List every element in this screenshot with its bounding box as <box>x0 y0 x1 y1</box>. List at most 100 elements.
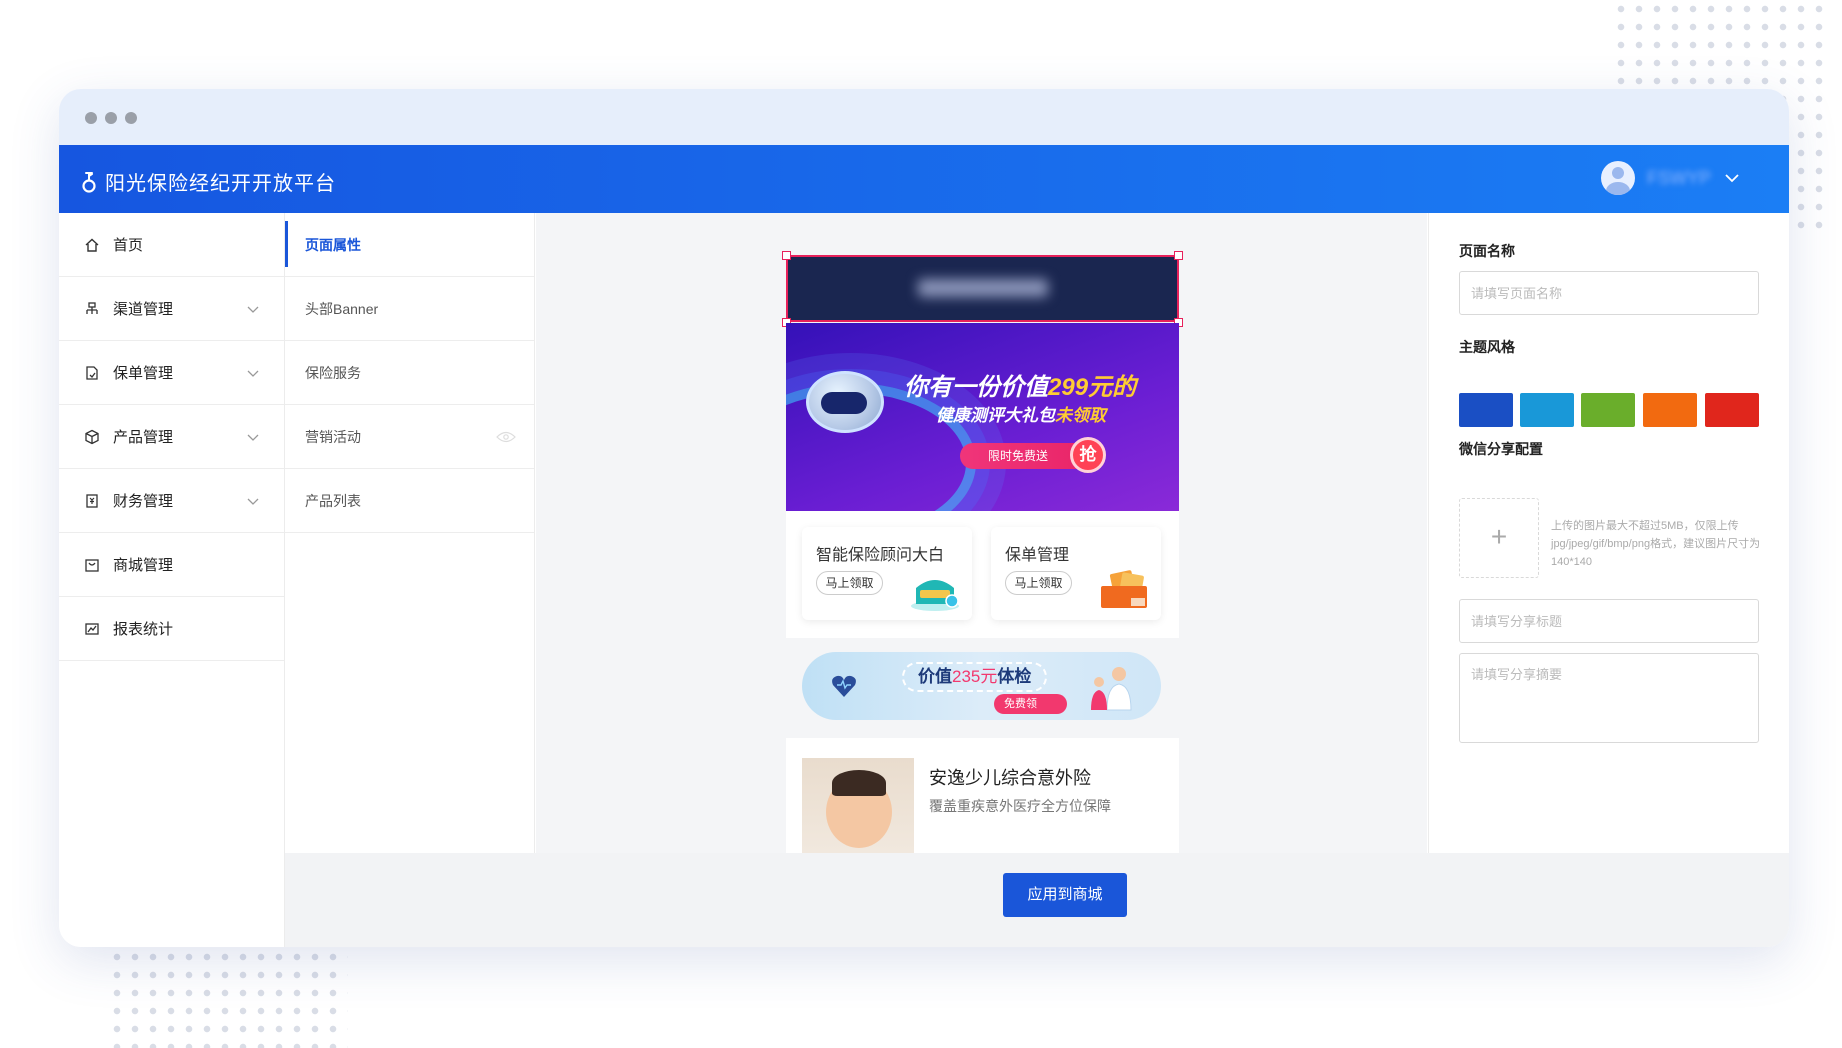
theme-swatch-red[interactable] <box>1705 393 1759 427</box>
sidebar-item-mall[interactable]: 商城管理 <box>59 533 284 597</box>
theme-swatch-sky[interactable] <box>1520 393 1574 427</box>
resize-handle[interactable] <box>1174 251 1183 260</box>
apply-to-mall-button[interactable]: 应用到商城 <box>1003 873 1127 917</box>
username: FSWYP <box>1646 167 1711 188</box>
window-titlebar <box>59 89 1789 145</box>
sidebar-item-label: 保单管理 <box>113 365 174 382</box>
sidebar-item-label: 首页 <box>113 237 144 254</box>
share-summary-textarea[interactable] <box>1459 653 1759 743</box>
banner-subline-highlight: 未领取 <box>1055 406 1106 425</box>
cards-illustration-icon <box>1101 570 1147 608</box>
banner-headline: 你有一份价值299元的 <box>904 367 1136 402</box>
chevron-down-icon <box>247 498 259 505</box>
share-title-input[interactable] <box>1459 599 1759 643</box>
heart-icon <box>832 675 856 697</box>
page-name-input[interactable] <box>1459 271 1759 315</box>
sidebar-item-policy[interactable]: 保单管理 <box>59 341 284 405</box>
theme-swatch-green[interactable] <box>1581 393 1635 427</box>
sidebar-item-reports[interactable]: 报表统计 <box>59 597 284 661</box>
preview-canvas: 你有一份价值299元的 健康测评大礼包未领取 限时免费送 抢 智能保险顾问大白 … <box>536 213 1427 853</box>
eye-icon[interactable] <box>496 431 516 443</box>
service-card[interactable]: 智能保险顾问大白 马上领取 <box>802 527 972 620</box>
decorative-dots-bottom-left <box>108 948 348 1048</box>
user-menu[interactable]: FSWYP <box>1600 161 1741 195</box>
banner-grab-badge: 抢 <box>1070 437 1106 473</box>
sidebar-item-product[interactable]: 产品管理 <box>59 405 284 469</box>
sidebar: 首页 渠道管理 保单管理 产品管理 财务管理 商城管理 报表统计 <box>59 213 285 947</box>
promo-headline: 价值235元体检 <box>902 662 1048 692</box>
chevron-down-icon <box>247 434 259 441</box>
robot-icon <box>806 371 884 433</box>
sidebar-item-finance[interactable]: 财务管理 <box>59 469 284 533</box>
preview-services: 智能保险顾问大白 马上领取 保单管理 马上领取 <box>786 511 1179 638</box>
preview-banner[interactable]: 你有一份价值299元的 健康测评大礼包未领取 限时免费送 抢 <box>786 323 1179 511</box>
chart-icon <box>85 622 99 635</box>
promo-banner[interactable]: 价值235元体检 免费领 <box>802 652 1161 720</box>
theme-style-label: 主题风格 <box>1459 339 1515 355</box>
blurred-title <box>918 279 1048 297</box>
mall-icon <box>85 558 99 572</box>
product-image <box>802 758 914 853</box>
banner-subline: 健康测评大礼包未领取 <box>936 401 1106 426</box>
avatar <box>1600 161 1635 195</box>
sidebar-item-label: 财务管理 <box>113 493 174 510</box>
preview-header-selected[interactable] <box>786 255 1179 322</box>
banner-subline-text: 健康测评大礼包 <box>936 406 1055 425</box>
theme-swatch-blue[interactable] <box>1459 393 1513 427</box>
doctor-illustration-icon <box>1091 667 1132 711</box>
banner-headline-amount: 299元的 <box>1048 374 1137 401</box>
action-bar: 应用到商城 <box>285 853 1789 947</box>
service-card[interactable]: 保单管理 马上领取 <box>991 527 1161 620</box>
plus-icon: + <box>1490 521 1508 552</box>
section-item-label: 营销活动 <box>305 428 361 445</box>
product-description: 覆盖重疾意外医疗全方位保障 <box>929 798 1111 814</box>
upload-hint: 上传的图片最大不超过5MB，仅限上传jpg/jpeg/gif/bmp/png格式… <box>1551 520 1761 568</box>
window-control-dot[interactable] <box>85 112 97 124</box>
chevron-down-icon <box>247 306 259 313</box>
theme-swatch-orange[interactable] <box>1643 393 1697 427</box>
promo-amount: 235元 <box>952 667 998 686</box>
chevron-down-icon <box>1725 174 1739 183</box>
service-claim-button[interactable]: 马上领取 <box>816 571 883 595</box>
preview-promo: 价值235元体检 免费领 <box>786 638 1179 738</box>
window-control-dot[interactable] <box>125 112 137 124</box>
section-item-header-banner[interactable]: 头部Banner <box>285 277 534 341</box>
section-item-marketing[interactable]: 营销活动 <box>285 405 534 469</box>
resize-handle[interactable] <box>782 251 791 260</box>
mobile-preview: 你有一份价值299元的 健康测评大礼包未领取 限时免费送 抢 智能保险顾问大白 … <box>782 251 1183 853</box>
preview-product-item[interactable]: 安逸少儿综合意外险 覆盖重疾意外医疗全方位保障 <box>786 738 1179 853</box>
channel-icon <box>86 301 98 314</box>
finance-icon <box>86 493 98 508</box>
home-icon <box>85 238 99 252</box>
wechat-share-label: 微信分享配置 <box>1459 441 1543 457</box>
chevron-down-icon <box>247 370 259 377</box>
sidebar-item-channel[interactable]: 渠道管理 <box>59 277 284 341</box>
product-name: 安逸少儿综合意外险 <box>929 768 1091 788</box>
app-title: 阳光保险经纪开开放平台 <box>105 173 336 195</box>
sidebar-item-home[interactable]: 首页 <box>59 213 284 277</box>
browser-window: 阳光保险经纪开开放平台 FSWYP 首页 渠道管理 保单管理 产品管理 财务管理… <box>59 89 1789 947</box>
banner-headline-text: 你有一份价值 <box>904 374 1048 401</box>
section-list: 页面属性 头部Banner 保险服务 营销活动 产品列表 <box>285 213 535 853</box>
service-claim-button[interactable]: 马上领取 <box>1005 571 1072 595</box>
image-upload[interactable]: + <box>1459 498 1539 578</box>
promo-free-badge: 免费领 <box>994 694 1067 714</box>
wallet-illustration-icon <box>911 580 959 611</box>
promo-prefix: 价值 <box>918 667 952 686</box>
app-header: 阳光保险经纪开开放平台 FSWYP <box>59 145 1789 213</box>
sidebar-item-label: 渠道管理 <box>113 301 174 318</box>
sidebar-item-label: 报表统计 <box>113 621 174 638</box>
brand-logo-icon <box>82 171 96 193</box>
properties-panel: 页面名称 主题风格 微信分享配置 + 上传的图片最大不超过5MB，仅限上传jpg… <box>1428 213 1789 853</box>
policy-icon <box>86 365 98 380</box>
window-control-dot[interactable] <box>105 112 117 124</box>
cube-icon <box>85 429 99 444</box>
section-item-page-properties[interactable]: 页面属性 <box>285 213 534 277</box>
page-name-label: 页面名称 <box>1459 243 1515 259</box>
promo-suffix: 体检 <box>997 667 1032 686</box>
brand[interactable]: 阳光保险经纪开开放平台 <box>81 167 336 196</box>
child-hair-graphic <box>832 770 886 796</box>
section-item-product-list[interactable]: 产品列表 <box>285 469 534 533</box>
section-item-insurance-service[interactable]: 保险服务 <box>285 341 534 405</box>
sidebar-item-label: 商城管理 <box>113 557 174 574</box>
